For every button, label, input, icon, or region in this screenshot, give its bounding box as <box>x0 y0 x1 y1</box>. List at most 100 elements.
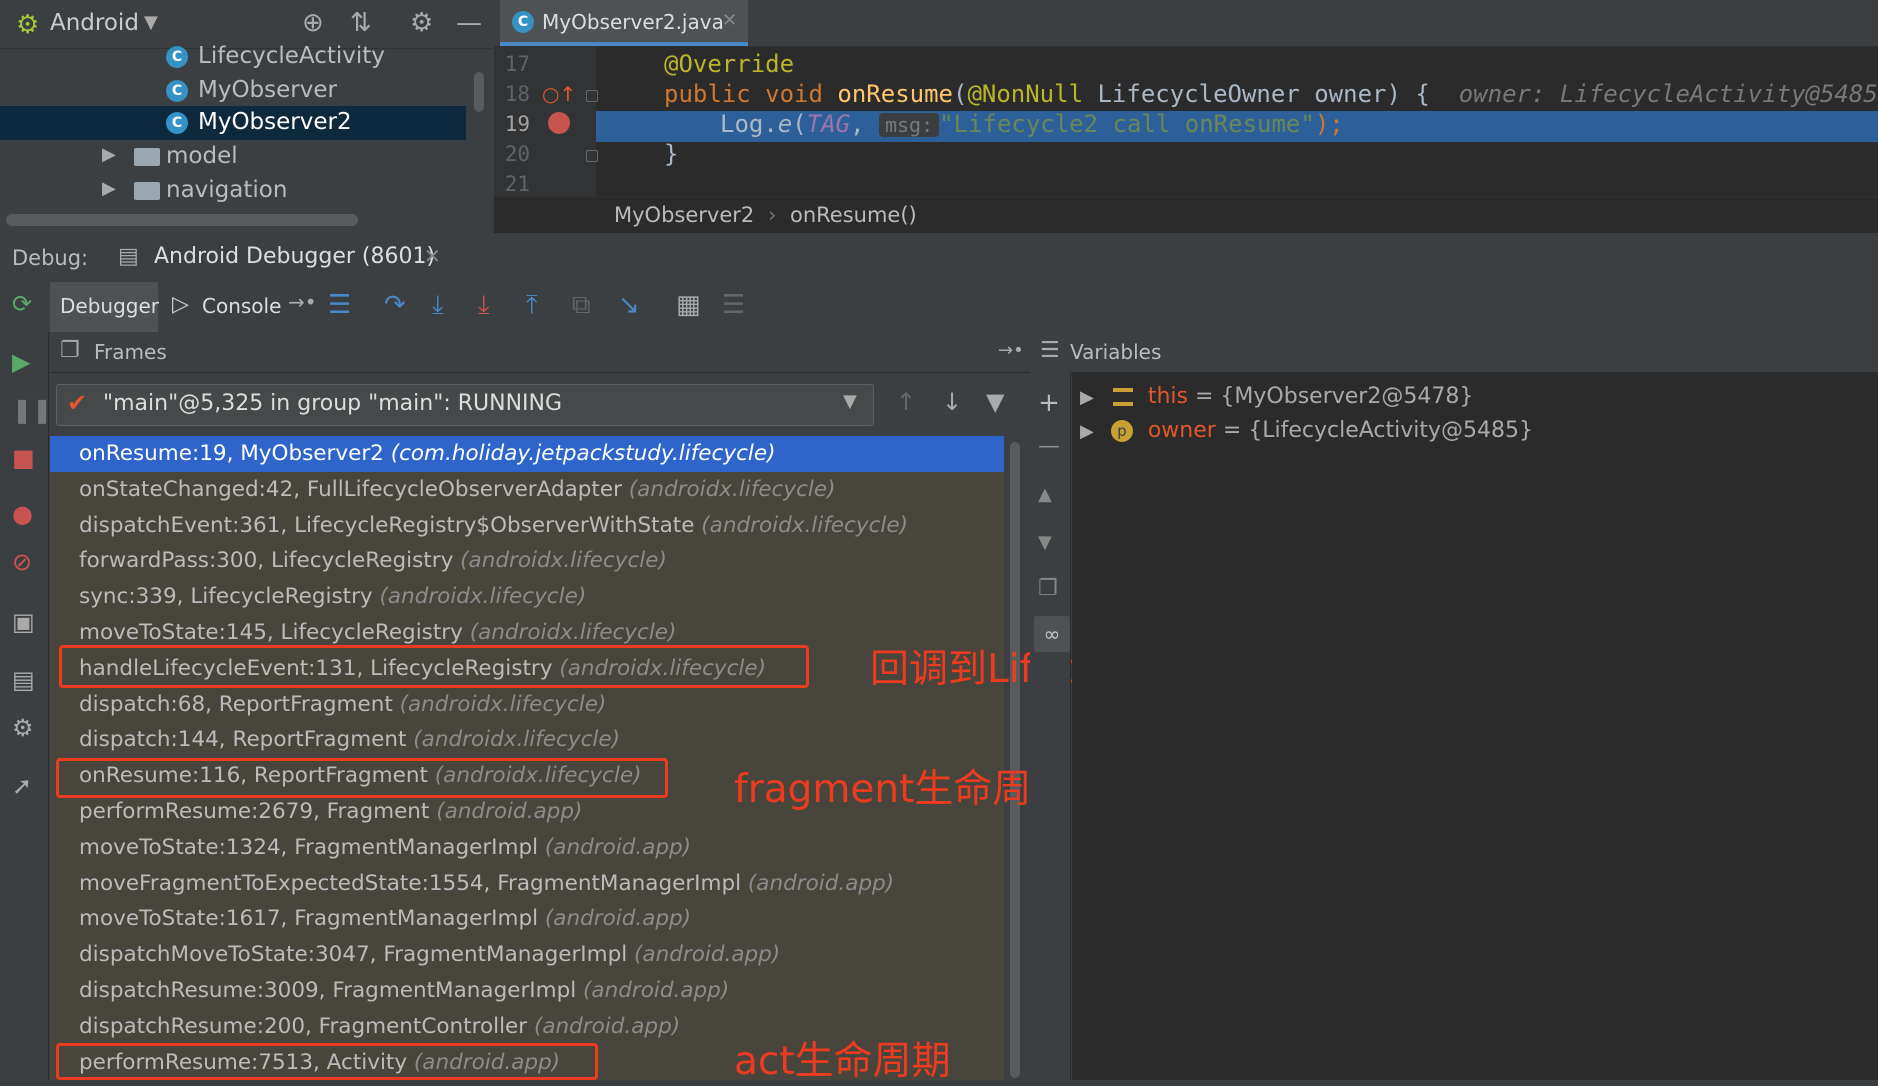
override-marker-icon[interactable]: ○↑ <box>542 82 576 106</box>
frame-package: (androidx.lifecycle) <box>460 548 667 574</box>
thread-selector[interactable]: ✔ "main"@5,325 in group "main": RUNNING … <box>56 384 874 426</box>
console-icon: ▷ <box>172 292 189 317</box>
pin-icon[interactable]: ➚ <box>12 772 32 800</box>
pin-tab-icon[interactable]: →• <box>288 290 317 314</box>
stack-frame-row[interactable]: dispatchEvent:361, LifecycleRegistry$Obs… <box>50 508 1004 544</box>
fold-icon[interactable] <box>586 150 598 162</box>
stack-frame-row[interactable]: forwardPass:300, LifecycleRegistry (andr… <box>50 543 1004 579</box>
show-watches-icon[interactable]: ∞ <box>1034 616 1070 652</box>
editor-tab-myobserver2[interactable]: C MyObserver2.java ✕ <box>500 0 748 46</box>
tree-item-label: MyObserver <box>198 77 337 103</box>
evaluate-expression-icon[interactable]: ▦ <box>676 290 701 320</box>
breadcrumb-item[interactable]: MyObserver2 <box>614 203 754 227</box>
locate-icon[interactable]: ⊕ <box>302 8 324 38</box>
fold-icon[interactable] <box>586 90 598 102</box>
inline-debug-value: owner: LifecycleActivity@5485 <box>1458 80 1878 108</box>
vertical-scrollbar[interactable] <box>474 72 484 112</box>
frame-package: (androidx.lifecycle) <box>701 512 908 538</box>
project-view-selector[interactable]: Android <box>50 10 139 36</box>
highlight-box-lifecycleregistry <box>59 645 809 688</box>
horizontal-scrollbar[interactable] <box>6 214 358 226</box>
variable-row-owner[interactable]: ▶ p owner = {LifecycleActivity@5485} <box>1080 418 1533 452</box>
show-execution-point-icon[interactable]: ☰ <box>328 290 351 320</box>
resume-icon[interactable]: ▶ <box>12 348 30 376</box>
folder-icon <box>134 182 160 200</box>
tree-item-navigation[interactable]: ▶ navigation <box>0 174 466 208</box>
add-watch-icon[interactable]: + <box>1038 388 1060 418</box>
code-line-18: public void onResume(@NonNull LifecycleO… <box>664 80 1878 108</box>
view-breakpoints-icon[interactable]: ● <box>12 500 33 528</box>
drop-frame-icon[interactable]: ⧉ <box>572 290 591 321</box>
tab-debugger[interactable]: Debugger <box>50 282 159 332</box>
remove-watch-icon[interactable]: — <box>1038 434 1060 459</box>
frame-package: (androidx.lifecycle) <box>399 691 607 717</box>
expand-arrow-icon[interactable]: ▶ <box>1080 387 1094 408</box>
tree-item-myobserver[interactable]: C MyObserver <box>0 74 466 108</box>
move-up-icon[interactable]: ▲ <box>1038 484 1052 505</box>
move-down-icon[interactable]: ▼ <box>1038 532 1052 553</box>
hide-icon[interactable]: — <box>456 8 482 38</box>
step-into-icon[interactable]: ⤓ <box>432 290 444 321</box>
debug-session-tab[interactable]: Android Debugger (8601) <box>154 244 435 269</box>
check-icon: ✔ <box>67 389 88 417</box>
stack-frame-row[interactable]: moveToState:1324, FragmentManagerImpl (a… <box>50 830 1004 866</box>
expand-arrow-icon[interactable]: ▶ <box>102 178 116 199</box>
stack-frame-row[interactable]: dispatchMoveToState:3047, FragmentManage… <box>50 937 1004 973</box>
tab-label: Debugger <box>60 294 159 318</box>
copy-icon[interactable]: ❐ <box>1038 576 1058 601</box>
code-line-17: @Override <box>664 50 795 78</box>
gear-icon[interactable]: ⚙ <box>12 714 34 742</box>
force-step-into-icon[interactable]: ⤓ <box>478 290 490 321</box>
field-icon <box>1112 388 1133 406</box>
breakpoint-icon[interactable] <box>548 112 570 134</box>
variable-row-this[interactable]: ▶ this = {MyObserver2@5478} <box>1080 384 1473 418</box>
frame-package: (android.app) <box>533 1013 681 1039</box>
trace-icon[interactable]: ☰ <box>722 290 745 320</box>
tree-item-lifecycleactivity[interactable]: C LifecycleActivity <box>0 40 466 74</box>
pause-icon[interactable]: ❚❚ <box>12 396 52 424</box>
stack-frame-row[interactable]: onResume:19, MyObserver2 (com.holiday.je… <box>50 436 1004 472</box>
step-out-icon[interactable]: ⤒ <box>526 290 538 321</box>
debug-tool-window-header: Debug: ▤ Android Debugger (8601) ✕ <box>0 234 1878 283</box>
stack-frame-row[interactable]: sync:339, LifecycleRegistry (androidx.li… <box>50 579 1004 615</box>
collapse-all-icon[interactable]: ⇅ <box>350 8 372 38</box>
stack-frame-row[interactable]: moveToState:1617, FragmentManagerImpl (a… <box>50 901 1004 937</box>
arrow-up-icon[interactable]: ↑ <box>896 388 916 416</box>
stack-frame-row[interactable]: dispatchResume:3009, FragmentManagerImpl… <box>50 973 1004 1009</box>
tree-item-model[interactable]: ▶ model <box>0 140 466 174</box>
tab-console[interactable]: Console <box>202 294 281 318</box>
stack-frame-row[interactable]: onStateChanged:42, FullLifecycleObserver… <box>50 472 1004 508</box>
stop-icon[interactable]: ■ <box>12 444 35 472</box>
variables-side-toolbar <box>1030 372 1071 1080</box>
mute-breakpoints-icon[interactable]: ⊘ <box>12 548 32 576</box>
breadcrumb-item[interactable]: onResume() <box>790 203 917 227</box>
gear-icon[interactable]: ⚙ <box>410 8 433 38</box>
step-over-icon[interactable]: ↷ <box>384 290 406 320</box>
editor-tab-label: MyObserver2.java <box>542 10 724 34</box>
expand-arrow-icon[interactable]: ▶ <box>1080 421 1094 442</box>
expand-arrow-icon[interactable]: ▶ <box>102 144 116 165</box>
stack-frame-row[interactable]: moveFragmentToExpectedState:1554, Fragme… <box>50 866 1004 902</box>
rerun-icon[interactable]: ⟳ <box>12 290 32 318</box>
variables-tree[interactable] <box>1072 372 1878 1080</box>
class-icon: C <box>512 11 534 33</box>
variable-name: this <box>1147 384 1188 409</box>
frame-method: dispatchEvent:361, LifecycleRegistry$Obs… <box>79 512 695 538</box>
restore-layout-icon[interactable]: →• <box>998 340 1024 361</box>
stack-frame-row[interactable]: dispatch:144, ReportFragment (androidx.l… <box>50 722 1004 758</box>
frame-method: dispatchMoveToState:3047, FragmentManage… <box>79 942 628 968</box>
stack-frame-row[interactable]: dispatch:68, ReportFragment (androidx.li… <box>50 687 1004 723</box>
camera-icon[interactable]: ▣ <box>12 608 35 636</box>
close-icon[interactable]: ✕ <box>722 10 737 31</box>
arrow-down-icon[interactable]: ↓ <box>942 388 962 416</box>
close-icon[interactable]: ✕ <box>424 244 441 268</box>
tree-item-myobserver2[interactable]: C MyObserver2 <box>0 106 466 140</box>
line-number: 20 <box>504 142 530 166</box>
run-to-cursor-icon[interactable]: ↘ <box>618 290 640 320</box>
chevron-down-icon[interactable]: ▼ <box>144 12 158 33</box>
layout-icon[interactable]: ▤ <box>12 666 35 694</box>
debug-toolbar <box>0 282 1878 333</box>
filter-icon[interactable]: ▼ <box>986 388 1004 416</box>
chevron-down-icon[interactable]: ▼ <box>843 391 857 412</box>
tree-item-label: MyObserver2 <box>198 109 352 135</box>
